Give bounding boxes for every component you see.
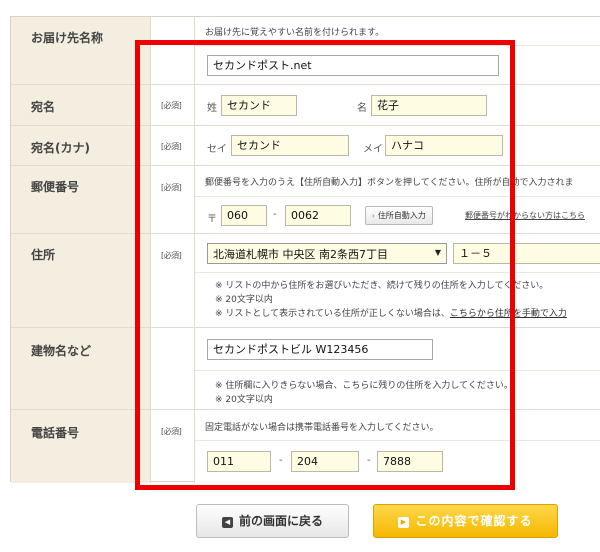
mei-label: 名 xyxy=(357,103,367,114)
first-name-input[interactable]: 花子 xyxy=(371,95,487,116)
chevron-down-icon: ▼ xyxy=(434,248,441,257)
play-icon: › xyxy=(372,212,375,220)
phone-label: 電話番号 xyxy=(31,426,80,440)
first-name-kana-input[interactable]: ハナコ xyxy=(385,135,503,156)
required-badge: [必須] xyxy=(161,101,182,110)
row-recipient-kana: 宛名(カナ) [必須] セイ セカンド メイ ハナコ xyxy=(11,126,600,166)
row-address: 住所 [必須] 北海道札幌市 中央区 南2条西7丁目 ▼ １－５ ※ リストの中か… xyxy=(11,234,600,328)
required-badge: [必須] xyxy=(161,251,182,260)
confirm-button[interactable]: ▶ この内容で確認する xyxy=(373,504,558,538)
postal-unknown-link[interactable]: 郵便番号がわからない方はこちら xyxy=(465,210,585,221)
recipient-kana-label: 宛名(カナ) xyxy=(31,141,90,155)
phone-dash-2: - xyxy=(367,455,371,466)
address-number-input[interactable]: １－５ xyxy=(453,243,600,264)
building-input[interactable]: セカンドポストビル W123456 xyxy=(207,339,433,360)
destination-name-hint: お届け先に覚えやすい名前を付けられます。 xyxy=(205,28,385,38)
address-note-1: ※ リストの中から住所をお選びいただき、続けて残りの住所を入力してください。 xyxy=(215,281,549,291)
chevron-left-icon: ◀ xyxy=(221,517,233,528)
back-button[interactable]: ◀ 前の画面に戻る xyxy=(196,504,349,538)
postal-code-part1-input[interactable]: 060 xyxy=(221,205,267,226)
mei-kana-label: メイ xyxy=(363,144,383,155)
address-form: お届け先名称 お届け先に覚えやすい名前を付けられます。 セカンドポスト.net … xyxy=(10,16,600,483)
recipient-label: 宛名 xyxy=(31,100,56,114)
postal-code-label: 郵便番号 xyxy=(31,180,80,194)
phone-part2-input[interactable]: 204 xyxy=(291,451,359,472)
auto-address-button[interactable]: › 住所自動入力 xyxy=(365,206,433,225)
last-name-kana-input[interactable]: セカンド xyxy=(231,135,349,156)
phone-part1-input[interactable]: 011 xyxy=(207,451,271,472)
postal-code-part2-input[interactable]: 0062 xyxy=(285,205,351,226)
building-note-2: ※ 20文字以内 xyxy=(215,395,273,405)
required-badge: [必須] xyxy=(161,142,182,151)
building-label: 建物名など xyxy=(31,344,92,358)
destination-name-label: お届け先名称 xyxy=(31,31,104,45)
sei-label: 姓 xyxy=(207,103,217,114)
postal-mark: 〒 xyxy=(207,214,217,225)
address-label: 住所 xyxy=(31,248,56,262)
chevron-right-icon: ▶ xyxy=(398,517,410,528)
row-destination-name: お届け先名称 お届け先に覚えやすい名前を付けられます。 セカンドポスト.net xyxy=(11,17,600,85)
row-building: 建物名など セカンドポストビル W123456 ※ 住所欄に入りきらない場合、こ… xyxy=(11,328,600,410)
destination-name-input[interactable]: セカンドポスト.net xyxy=(207,55,499,76)
required-badge: [必須] xyxy=(161,427,182,436)
last-name-input[interactable]: セカンド xyxy=(221,95,297,116)
phone-dash-1: - xyxy=(279,455,283,466)
postal-code-hint: 郵便番号を入力のうえ【住所自動入力】ボタンを押してください。住所が自動で入力され… xyxy=(205,178,574,188)
postal-dash: - xyxy=(273,209,277,220)
row-recipient: 宛名 [必須] 姓 セカンド 名 花子 xyxy=(11,85,600,126)
address-note-3: ※ リストとして表示されている住所が正しくない場合は、こちらから住所を手動で入力 xyxy=(215,309,567,319)
phone-hint: 固定電話がない場合は携帯電話番号を入力してください。 xyxy=(205,423,439,433)
row-postal-code: 郵便番号 [必須] 郵便番号を入力のうえ【住所自動入力】ボタンを押してください。… xyxy=(11,166,600,234)
manual-address-link[interactable]: こちらから住所を手動で入力 xyxy=(450,309,567,319)
address-note-2: ※ 20文字以内 xyxy=(215,295,273,305)
phone-part3-input[interactable]: 7888 xyxy=(377,451,443,472)
building-note-1: ※ 住所欄に入りきらない場合、こちらに残りの住所を入力してください。 xyxy=(215,381,513,391)
required-badge: [必須] xyxy=(161,183,182,192)
sei-kana-label: セイ xyxy=(207,144,227,155)
address-select[interactable]: 北海道札幌市 中央区 南2条西7丁目 ▼ xyxy=(207,243,447,264)
row-phone: 電話番号 [必須] 固定電話がない場合は携帯電話番号を入力してください。 011… xyxy=(11,410,600,483)
